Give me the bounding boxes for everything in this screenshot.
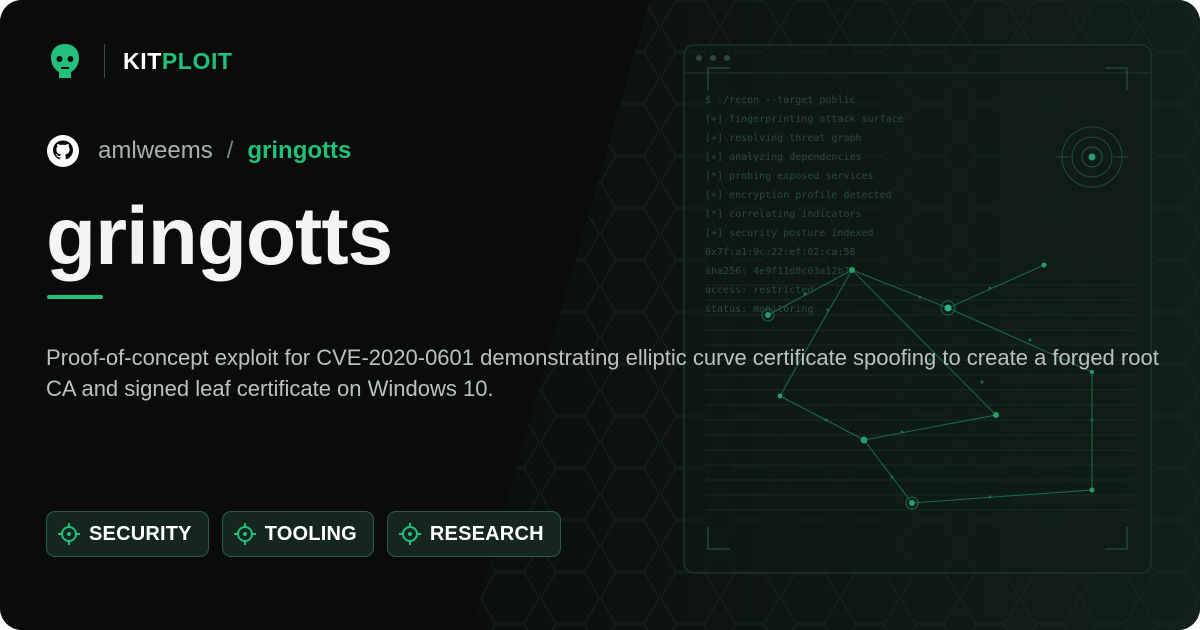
crosshair-icon xyxy=(233,523,256,545)
repo-owner[interactable]: amlweems xyxy=(98,137,213,165)
terminal-line: [*] correlating indicators xyxy=(705,209,862,220)
tag-label: SECURITY xyxy=(89,522,192,545)
graph-node-icon xyxy=(860,436,868,444)
kitploit-logo-icon xyxy=(51,44,79,78)
repo-path[interactable]: amlweems / gringotts xyxy=(46,134,351,168)
crosshair-icon xyxy=(398,523,421,545)
terminal-line: status: monitoring xyxy=(705,304,813,315)
brand[interactable]: KITPLOIT xyxy=(48,42,233,80)
repo-separator: / xyxy=(226,137,234,164)
title-underline xyxy=(47,295,103,299)
social-card: $ ./recon --target public [+] fingerprin… xyxy=(0,0,1200,630)
terminal-line: access: restricted xyxy=(705,285,813,296)
tag-tooling[interactable]: TOOLING xyxy=(221,511,374,557)
repo-description: Proof-of-concept exploit for CVE-2020-06… xyxy=(46,345,1159,401)
github-icon xyxy=(47,135,79,167)
repo-name[interactable]: gringotts xyxy=(247,137,351,165)
brand-name-ploit: PLOIT xyxy=(161,47,233,74)
terminal-line: [*] probing exposed services xyxy=(705,171,874,182)
window-dot-icon xyxy=(696,55,702,61)
terminal-line: [+] resolving threat graph xyxy=(705,133,862,144)
terminal-line: $ ./recon --target public xyxy=(705,95,856,106)
terminal-line: [+] analyzing dependencies xyxy=(705,152,862,163)
tag-list: SECURITY TOOLING RESEARCH xyxy=(46,511,574,557)
window-dot-icon xyxy=(724,55,730,61)
terminal-line: [+] encryption profile detected xyxy=(705,190,892,201)
terminal-line: 0x7f:a1:9c:22:ef:02:ca:58 xyxy=(705,247,856,258)
page-title: gringotts xyxy=(46,191,393,282)
tag-label: TOOLING xyxy=(264,522,357,545)
terminal-line: [+] fingerprinting attack surface xyxy=(705,114,904,125)
terminal-line: sha256: 4e9f11d8c03a12b7 xyxy=(705,266,850,277)
tag-label: RESEARCH xyxy=(429,522,544,545)
window-dot-icon xyxy=(710,55,716,61)
brand-name-kit: KIT xyxy=(123,47,162,74)
tag-research[interactable]: RESEARCH xyxy=(386,511,561,557)
crosshair-icon xyxy=(58,523,80,545)
tag-security[interactable]: SECURITY xyxy=(46,511,209,557)
terminal-window: $ ./recon --target public [+] fingerprin… xyxy=(683,44,1152,574)
brand-divider xyxy=(104,44,105,78)
brand-name: KITPLOIT xyxy=(123,48,233,75)
terminal-line: [+] security posture indexed xyxy=(705,228,874,239)
